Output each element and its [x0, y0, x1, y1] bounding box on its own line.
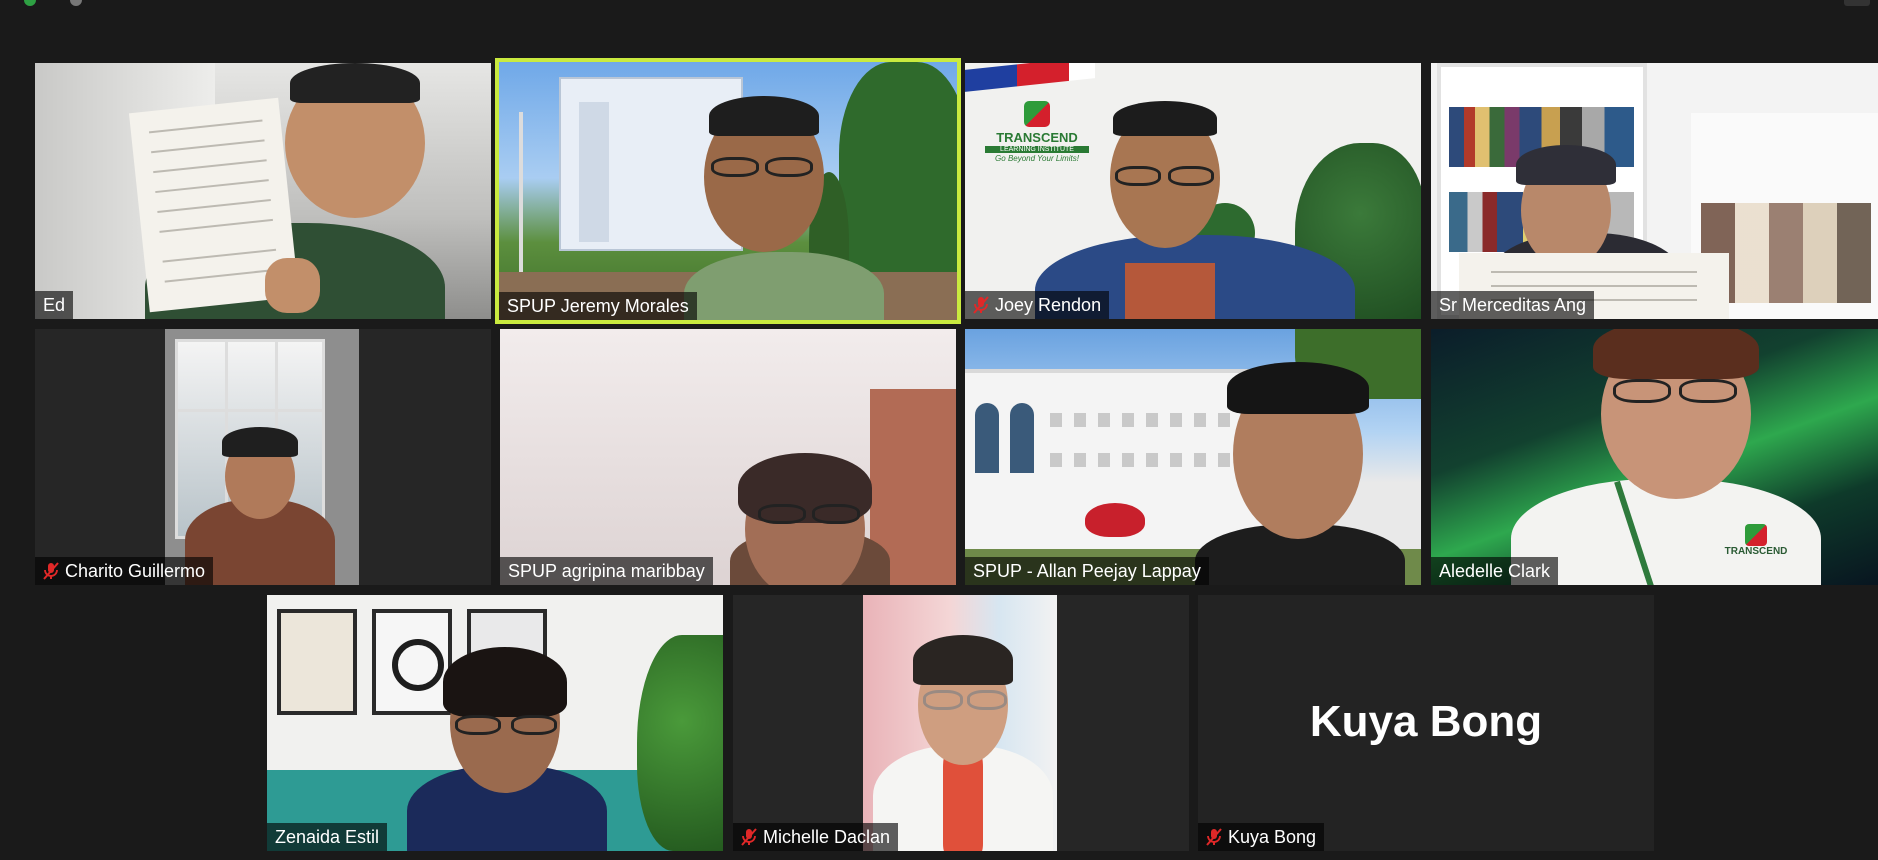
video-off-display-name: Kuya Bong [1309, 697, 1543, 746]
video-feed: TRANSCEND [1431, 329, 1878, 585]
shirt-logo: TRANSCEND [1716, 524, 1796, 557]
eyeglasses-icon [1168, 166, 1214, 186]
video-tile-joey-rendon[interactable]: TRANSCEND LEARNING INSTITUTE Go Beyond Y… [965, 63, 1421, 319]
participant-nameplate: Ed [35, 291, 74, 319]
participant-name: Charito Guillermo [65, 560, 206, 581]
eyeglasses-icon [1613, 379, 1671, 403]
shirt-logo-text: TRANSCEND [1724, 546, 1788, 557]
participant-name: Zenaida Estil [275, 826, 380, 847]
microphone-muted-icon [973, 296, 989, 314]
video-tile-charito-guillermo[interactable]: Charito Guillermo [35, 329, 491, 585]
eyeglasses-icon [711, 157, 759, 177]
window-top-bar [0, 0, 1878, 14]
eyeglasses-icon [511, 715, 557, 735]
participant-nameplate: SPUP Jeremy Morales [499, 292, 697, 320]
participant-nameplate: Michelle Daclan [733, 823, 899, 851]
participant-nameplate: Aledelle Clark [1431, 557, 1559, 585]
participant-name: Michelle Daclan [763, 826, 891, 847]
video-feed [499, 62, 957, 320]
video-feed [267, 595, 723, 851]
status-indicator-icon [24, 0, 36, 6]
microphone-muted-icon [741, 828, 757, 846]
eyeglasses-icon [923, 690, 963, 710]
eyeglasses-icon [812, 504, 860, 524]
participant-name: Kuya Bong [1228, 826, 1317, 847]
video-feed [1431, 63, 1878, 319]
video-tile-agripina-maribbay[interactable]: SPUP agripina maribbay [500, 329, 956, 585]
eyeglasses-icon [758, 504, 806, 524]
view-menu-button[interactable] [1844, 0, 1870, 6]
microphone-muted-icon [1206, 828, 1222, 846]
participant-name: Sr Merceditas Ang [1439, 294, 1587, 315]
transcend-tagline: Go Beyond Your Limits! [995, 154, 1079, 163]
participant-name: Joey Rendon [995, 294, 1102, 315]
participant-name: Aledelle Clark [1439, 560, 1551, 581]
participant-name: SPUP - Allan Peejay Lappay [973, 560, 1201, 581]
video-tile-aledelle-clark[interactable]: TRANSCEND Aledelle Clark [1431, 329, 1878, 585]
video-tile-kuya-bong[interactable]: Kuya Bong Kuya Bong [1198, 595, 1654, 851]
participant-name: Ed [43, 294, 66, 315]
transcend-logo-subtitle: LEARNING INSTITUTE [985, 146, 1089, 153]
video-feed: TRANSCEND LEARNING INSTITUTE Go Beyond Y… [965, 63, 1421, 319]
eyeglasses-icon [967, 690, 1007, 710]
transcend-logo-text: TRANSCEND [996, 130, 1078, 145]
participant-name: SPUP Jeremy Morales [507, 295, 689, 316]
video-tile-ed[interactable]: Ed [35, 63, 491, 319]
wall-art [277, 609, 357, 715]
video-feed [500, 329, 956, 585]
participant-nameplate: Sr Merceditas Ang [1431, 291, 1595, 319]
transcend-logo: TRANSCEND LEARNING INSTITUTE Go Beyond Y… [977, 101, 1097, 181]
participant-nameplate: Kuya Bong [1198, 823, 1325, 851]
microphone-muted-icon [43, 562, 59, 580]
video-feed [965, 329, 1421, 585]
participant-nameplate: SPUP agripina maribbay [500, 557, 713, 585]
participant-nameplate: Joey Rendon [965, 291, 1110, 319]
video-tile-merceditas-ang[interactable]: Sr Merceditas Ang [1431, 63, 1878, 319]
eyeglasses-icon [1115, 166, 1161, 186]
video-feed [35, 329, 491, 585]
video-feed [35, 63, 491, 319]
video-feed [733, 595, 1189, 851]
eyeglasses-icon [455, 715, 501, 735]
eyeglasses-icon [765, 157, 813, 177]
participant-nameplate: Charito Guillermo [35, 557, 214, 585]
video-tile-allan-peejay-lappay[interactable]: SPUP - Allan Peejay Lappay [965, 329, 1421, 585]
video-tile-jeremy-morales[interactable]: SPUP Jeremy Morales [495, 58, 961, 324]
wall-art [372, 609, 452, 715]
video-tile-zenaida-estil[interactable]: Zenaida Estil [267, 595, 723, 851]
participant-nameplate: Zenaida Estil [267, 823, 388, 851]
university-building [965, 369, 1265, 553]
participant-name: SPUP agripina maribbay [508, 560, 705, 581]
video-tile-michelle-daclan[interactable]: Michelle Daclan [733, 595, 1189, 851]
participant-nameplate: SPUP - Allan Peejay Lappay [965, 557, 1209, 585]
eyeglasses-icon [1679, 379, 1737, 403]
recording-indicator-icon [70, 0, 82, 6]
